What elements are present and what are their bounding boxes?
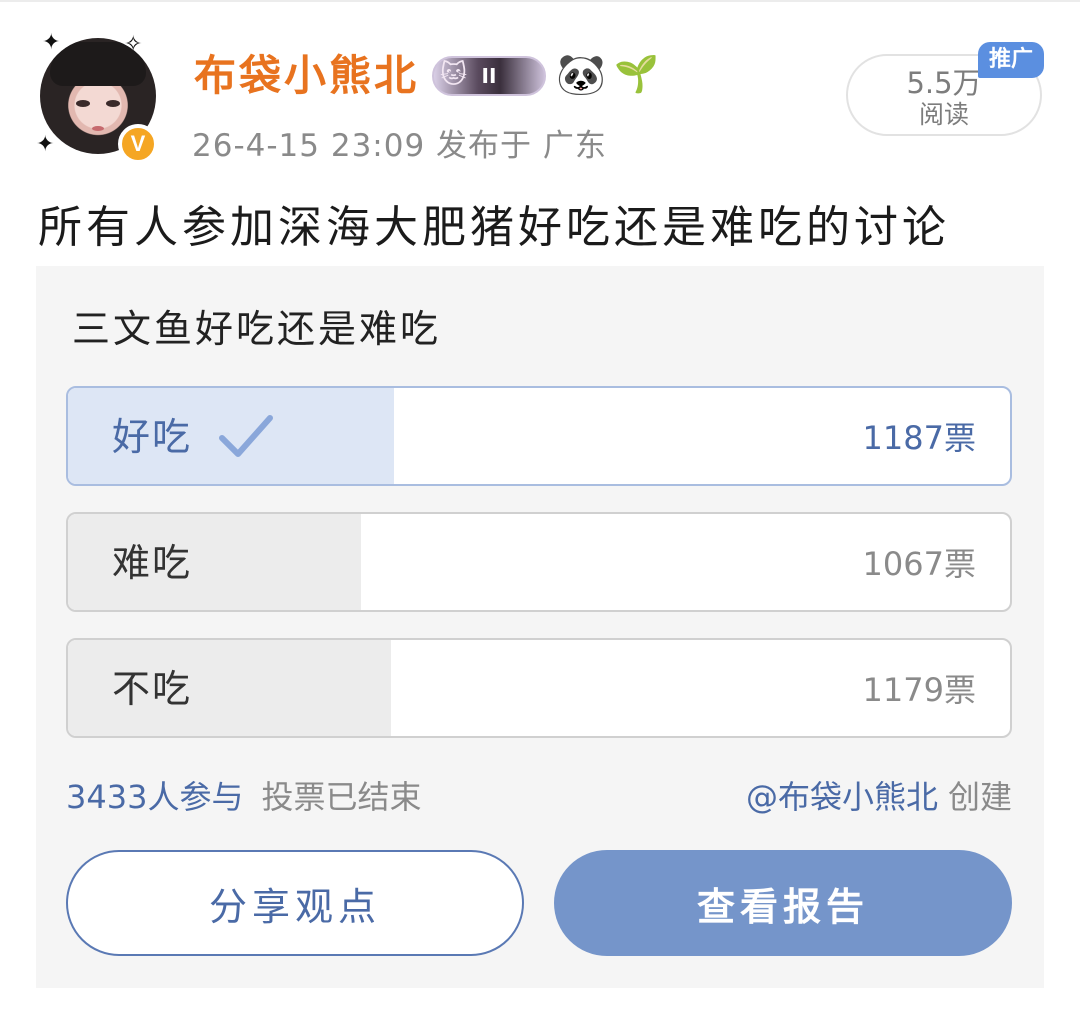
option-votes: 1179票 (862, 671, 976, 709)
avatar-eye-right (106, 100, 120, 107)
star-decoration-icon: ✧ (124, 32, 143, 57)
creator-link[interactable]: @布袋小熊北 (746, 778, 938, 816)
option-label: 不吃 (112, 667, 193, 711)
sprout-emoji-icon: 🌱 (614, 54, 659, 95)
created-label: 创建 (947, 778, 1012, 816)
star-decoration-icon: ✦ (42, 30, 61, 55)
avatar-mouth (92, 126, 104, 131)
post-meta: 26-4-15 23:09 发布于 广东 (192, 128, 607, 164)
star-decoration-icon: ✦ (36, 132, 55, 157)
option-votes: 1187票 (862, 419, 976, 457)
participant-count: 3433人参与 (66, 778, 244, 816)
share-opinion-button[interactable]: 分享观点 (66, 850, 524, 956)
top-divider (0, 0, 1080, 2)
view-report-button[interactable]: 查看报告 (554, 850, 1012, 956)
check-icon (219, 415, 273, 457)
medal-label: II (481, 64, 497, 88)
poll-option-good[interactable]: 好吃 1187票 (66, 386, 1012, 486)
poll-option-bad[interactable]: 难吃 1067票 (66, 512, 1012, 612)
avatar-eye-left (76, 100, 90, 107)
option-votes: 1067票 (862, 545, 976, 583)
poll-footer-right: @布袋小熊北 创建 (746, 774, 1012, 820)
poll-question: 三文鱼好吃还是难吃 (72, 307, 442, 351)
poll-footer-left: 3433人参与 投票已结束 (66, 774, 421, 820)
promo-tag: 推广 (978, 42, 1044, 78)
panda-emoji-icon: 🐼 (556, 52, 606, 98)
author-name[interactable]: 布袋小熊北 (194, 50, 419, 102)
fan-medal-icon[interactable]: 🐱 II (432, 56, 546, 96)
option-label: 难吃 (112, 541, 193, 585)
post-title: 所有人参加深海大肥猪好吃还是难吃的讨论 (38, 202, 950, 253)
poll-status: 投票已结束 (261, 778, 422, 816)
poll-option-noeat[interactable]: 不吃 1179票 (66, 638, 1012, 738)
read-label: 阅读 (918, 100, 969, 129)
avatar[interactable]: ✦ ✧ ✦ V (36, 32, 158, 164)
verified-badge-icon: V (118, 124, 158, 164)
option-label: 好吃 (112, 415, 193, 459)
poll-card: 三文鱼好吃还是难吃 好吃 1187票 难吃 1067票 不吃 1179票 343… (36, 266, 1044, 988)
cat-icon: 🐱 (440, 60, 468, 90)
